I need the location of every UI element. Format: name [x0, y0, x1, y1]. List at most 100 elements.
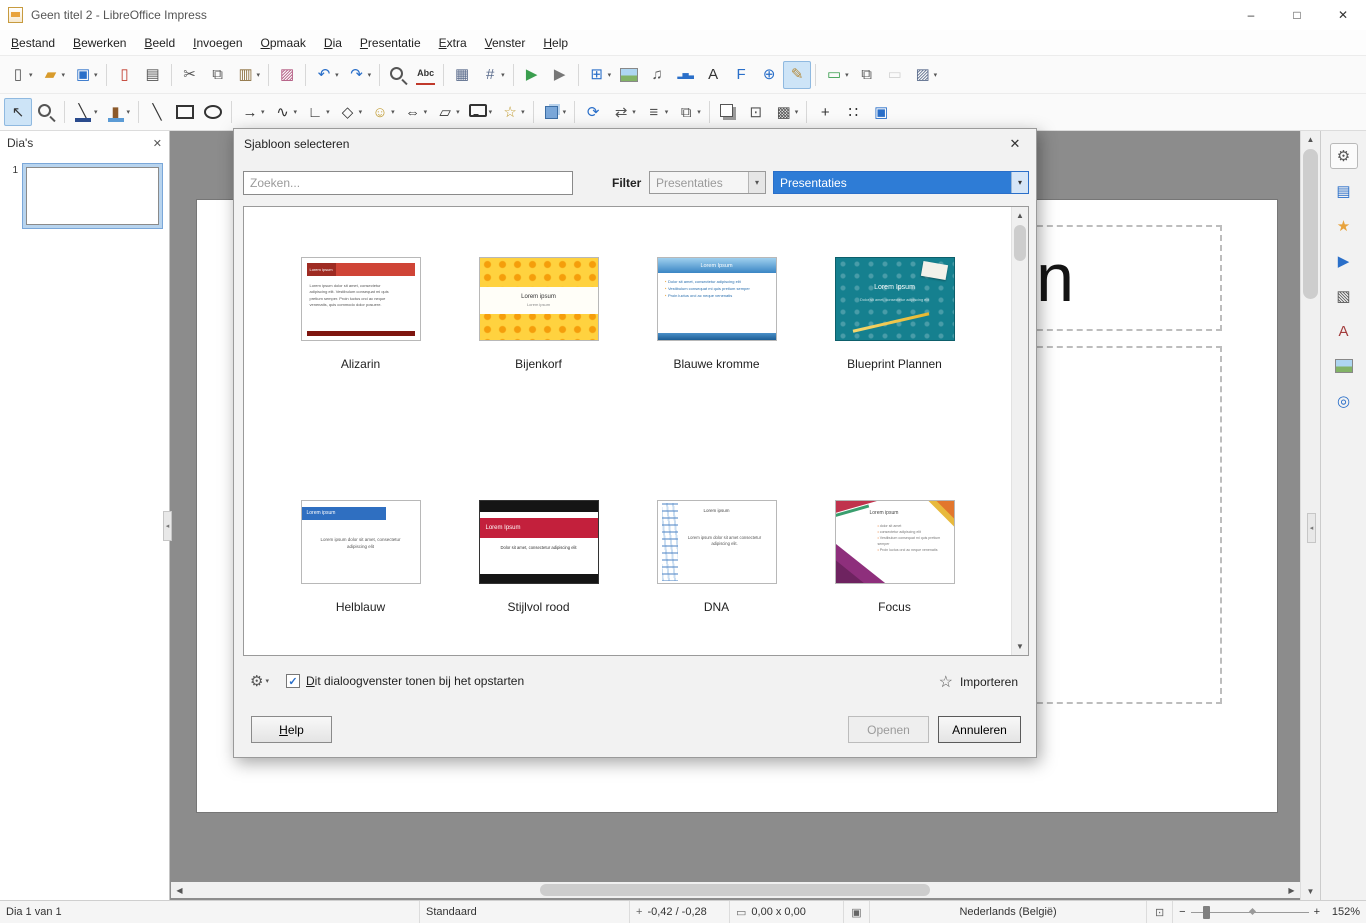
- toolbar-button-insert-media[interactable]: ♫ ▾: [643, 61, 671, 89]
- sidebar-tab-styles[interactable]: A: [1330, 318, 1358, 344]
- minimize-button[interactable]: –: [1228, 0, 1274, 30]
- toolbar-button-symbol-shapes[interactable]: ☺ ▾: [366, 98, 399, 126]
- toolbar-button-basic-shapes[interactable]: ◇ ▾: [334, 98, 367, 126]
- toolbar-button-image-filter[interactable]: ▩ ▾: [770, 98, 803, 126]
- show-on-startup-checkbox[interactable]: ✓: [286, 674, 300, 688]
- statusbar-modified[interactable]: ▣: [844, 901, 870, 923]
- template-card-bijenkorf[interactable]: Lorem ipsum Lorem ipsum Bijenkorf: [450, 257, 628, 412]
- menu-item-bewerken[interactable]: Bewerken: [64, 32, 135, 54]
- sidebar-tab-animation[interactable]: ▶: [1330, 248, 1358, 274]
- statusbar-language[interactable]: Nederlands (België): [870, 901, 1147, 923]
- fit-slide-button[interactable]: ⊡: [1147, 901, 1173, 923]
- template-list-scrollbar[interactable]: ▲ ▼: [1011, 207, 1028, 655]
- close-button[interactable]: ✕: [1320, 0, 1366, 30]
- toolbar-button-cut[interactable]: ✂ ▾: [176, 61, 204, 89]
- toolbar-button-line-color[interactable]: ╲ ▾: [69, 98, 102, 126]
- horizontal-scrollbar[interactable]: ◀ ▶: [171, 882, 1300, 898]
- zoom-slider-thumb[interactable]: [1203, 906, 1210, 919]
- template-card-blauwe-kromme[interactable]: Lorem Ipsum Dolor sit amet, consectetur …: [628, 257, 806, 412]
- maximize-button[interactable]: □: [1274, 0, 1320, 30]
- menu-item-bestand[interactable]: Bestand: [2, 32, 64, 54]
- toolbar-button-insert-image[interactable]: ▾: [615, 61, 643, 89]
- toolbar-button-start-from-first-slide[interactable]: ▶ ▾: [518, 61, 546, 89]
- horizontal-scroll-thumb[interactable]: [540, 884, 930, 896]
- toolbar-button-connectors[interactable]: ∟ ▾: [301, 98, 334, 126]
- statusbar-zoom-percent[interactable]: 152%: [1326, 901, 1366, 923]
- slides-panel-close-icon[interactable]: ✕: [153, 137, 162, 150]
- toolbar-button-duplicate-slide[interactable]: ⧉ ▾: [853, 61, 881, 89]
- toolbar-button-copy[interactable]: ⧉ ▾: [204, 61, 232, 89]
- scroll-right-icon[interactable]: ▶: [1283, 886, 1300, 895]
- menu-item-beeld[interactable]: Beeld: [135, 32, 184, 54]
- toolbar-button-export-pdf[interactable]: ▯ ▾: [111, 61, 139, 89]
- toolbar-button-edit-points[interactable]: + ▾: [811, 98, 839, 126]
- template-card-stijlvol-rood[interactable]: Lorem Ipsum Dolor sit amet, consectetur …: [450, 500, 628, 655]
- toolbar-button-arrange[interactable]: ⧉ ▾: [672, 98, 705, 126]
- toolbar-button-new-slide[interactable]: ▭ ▾: [820, 61, 853, 89]
- toolbar-button-star-shapes[interactable]: ☆ ▾: [496, 98, 529, 126]
- zoom-out-button[interactable]: −: [1179, 906, 1185, 918]
- template-settings-button[interactable]: ⚙ ▾: [250, 672, 269, 690]
- toolbar-button-block-arrows[interactable]: ⇔ ▾: [399, 98, 432, 126]
- toolbar-button-clone-formatting[interactable]: ▨ ▾: [273, 61, 301, 89]
- toolbar-button-paste[interactable]: ▥ ▾: [232, 61, 265, 89]
- template-card-alizarin[interactable]: Lorem ipsum Lorem ipsum dolor sit amet, …: [272, 257, 450, 412]
- menu-item-help[interactable]: Help: [534, 32, 577, 54]
- show-on-startup-option[interactable]: ✓ Dit dialoogvenster tonen bij het opsta…: [286, 674, 524, 688]
- toolbar-button-insert-line[interactable]: ╲ ▾: [143, 98, 171, 126]
- import-button[interactable]: ☆ Importeren: [939, 672, 1018, 692]
- sidebar-collapse-handle[interactable]: ◂: [1307, 513, 1316, 543]
- toolbar-button-insert-chart[interactable]: ▂▅▃ ▾: [671, 61, 699, 89]
- toolbar-button-3d-objects[interactable]: ▾: [538, 98, 571, 126]
- toolbar-button-start-from-current-slide[interactable]: ▶ ▾: [546, 61, 574, 89]
- toolbar-button-ellipse[interactable]: ▾: [199, 98, 227, 126]
- toolbar-button-print[interactable]: ▤ ▾: [139, 61, 167, 89]
- template-search-input[interactable]: [243, 171, 573, 195]
- toolbar-button-spelling[interactable]: Abc ▾: [412, 61, 439, 89]
- toolbar-button-align-objects[interactable]: ≡ ▾: [640, 98, 673, 126]
- toolbar-button-redo[interactable]: ↷ ▾: [343, 61, 376, 89]
- scroll-up-icon[interactable]: ▲: [1301, 131, 1320, 148]
- toolbar-button-undo[interactable]: ↶ ▾: [310, 61, 343, 89]
- sidebar-tab-slide-transition[interactable]: ★: [1330, 213, 1358, 239]
- toolbar-button-lines-and-arrows[interactable]: → ▾: [236, 98, 269, 126]
- toolbar-button-zoom[interactable]: ▾: [32, 98, 60, 126]
- statusbar-layout[interactable]: Standaard: [420, 901, 630, 923]
- toolbar-button-open-file[interactable]: ▰ ▾: [37, 61, 70, 89]
- dialog-close-icon[interactable]: ✕: [1004, 136, 1026, 152]
- toolbar-button-fill-color[interactable]: ▮ ▾: [102, 98, 135, 126]
- toolbar-button-slide-properties[interactable]: ▨ ▾: [909, 61, 942, 89]
- menu-item-dia[interactable]: Dia: [315, 32, 351, 54]
- menu-item-extra[interactable]: Extra: [430, 32, 476, 54]
- toolbar-button-callout-shapes[interactable]: ▾: [464, 98, 497, 126]
- toolbar-button-insert-hyperlink[interactable]: ⊕ ▾: [755, 61, 783, 89]
- toolbar-button-insert-table[interactable]: ⊞ ▾: [583, 61, 616, 89]
- scroll-down-icon[interactable]: ▼: [1012, 638, 1028, 655]
- sidebar-tab-properties[interactable]: ▤: [1330, 178, 1358, 204]
- scroll-left-icon[interactable]: ◀: [171, 886, 188, 895]
- toolbar-button-flip[interactable]: ⇄ ▾: [607, 98, 640, 126]
- menu-item-presentatie[interactable]: Presentatie: [351, 32, 430, 54]
- sidebar-tab-master-slides[interactable]: ▧: [1330, 283, 1358, 309]
- cancel-button[interactable]: Annuleren: [938, 716, 1021, 743]
- template-card-helblauw[interactable]: Lorem ipsum Lorem ipsum dolor sit amet, …: [272, 500, 450, 655]
- template-card-blueprint-plannen[interactable]: Lorem Ipsum Dolor sit amet, consectetur …: [806, 257, 984, 412]
- toolbar-button-rotate[interactable]: ⟳ ▾: [579, 98, 607, 126]
- scroll-up-icon[interactable]: ▲: [1012, 207, 1028, 224]
- toolbar-button-fontwork-text[interactable]: F ▾: [727, 61, 755, 89]
- sidebar-tab-navigator[interactable]: ◎: [1330, 388, 1358, 414]
- toolbar-button-select[interactable]: ↖ ▾: [4, 98, 32, 126]
- vertical-scroll-thumb[interactable]: [1303, 149, 1318, 299]
- menu-item-venster[interactable]: Venster: [476, 32, 535, 54]
- sidebar-tab-gallery[interactable]: [1330, 353, 1358, 379]
- scroll-down-icon[interactable]: ▼: [1301, 883, 1320, 900]
- zoom-in-button[interactable]: +: [1314, 906, 1320, 918]
- filter-category-dropdown[interactable]: Presentaties ▾: [773, 171, 1029, 194]
- toolbar-button-curves-and-polygons[interactable]: ∿ ▾: [269, 98, 302, 126]
- slide-thumbnail-item[interactable]: 1: [6, 163, 163, 229]
- toolbar-button-display-grid[interactable]: ▦ ▾: [448, 61, 476, 89]
- toolbar-button-show-draw-functions[interactable]: ✎ ▾: [783, 61, 811, 89]
- slides-panel-collapse-handle[interactable]: ◂: [163, 511, 172, 541]
- toolbar-button-toggle-extrusion[interactable]: ▣ ▾: [867, 98, 895, 126]
- toolbar-button-new-document[interactable]: ▯ ▾: [4, 61, 37, 89]
